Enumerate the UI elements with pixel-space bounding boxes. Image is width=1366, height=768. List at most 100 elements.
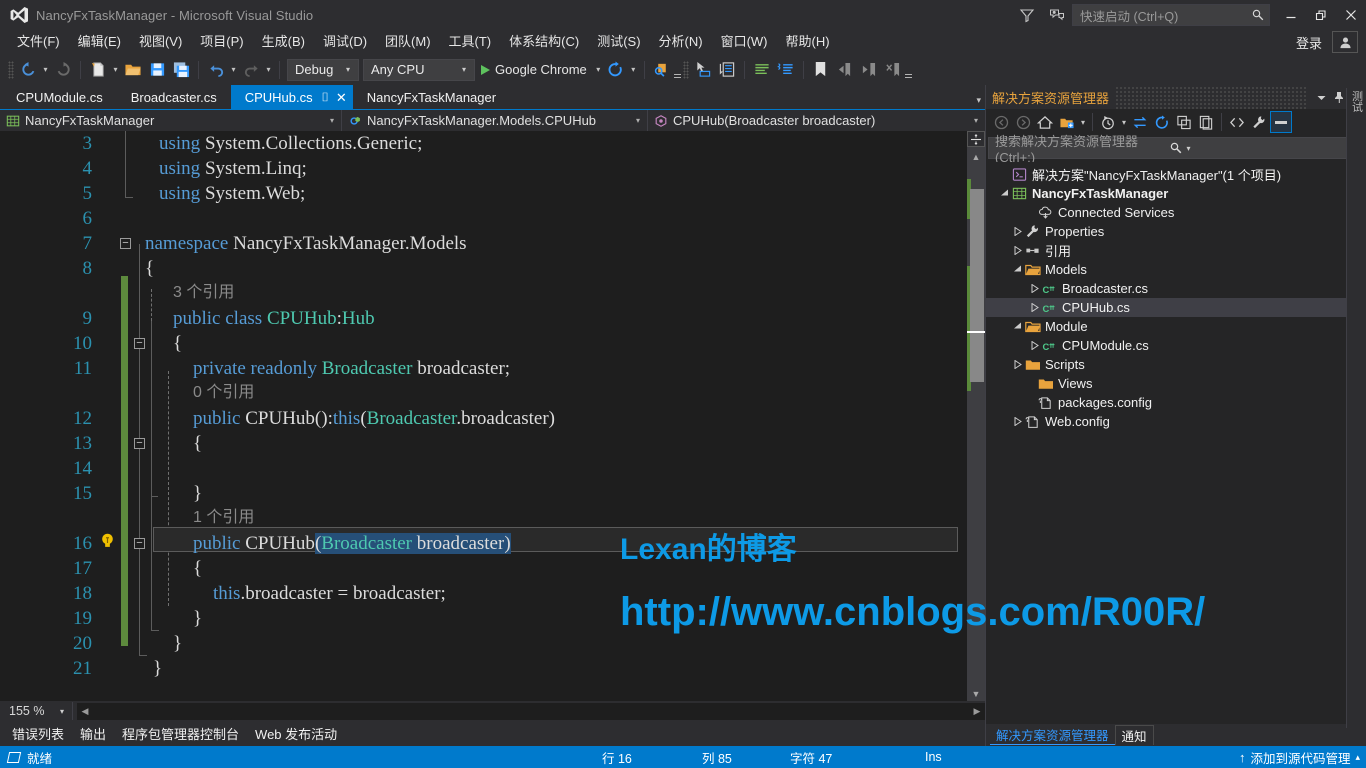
menu-item-help[interactable]: 帮助(H) bbox=[777, 31, 839, 53]
forward-icon[interactable] bbox=[1012, 111, 1034, 133]
properties-window-icon[interactable] bbox=[715, 58, 739, 81]
menu-item-edit[interactable]: 编辑(E) bbox=[69, 31, 130, 53]
vertical-tab-test-explorer[interactable]: 测试 bbox=[1349, 92, 1365, 114]
dock-tab-error-list[interactable]: 错误列表 bbox=[4, 723, 72, 745]
tree-item-packages-config[interactable]: packages.config bbox=[986, 393, 1366, 412]
comment-selection-icon[interactable] bbox=[750, 58, 774, 81]
view-history-caret-icon[interactable]: ▾ bbox=[1119, 111, 1129, 133]
back-icon[interactable] bbox=[990, 111, 1012, 133]
expand-expander-icon[interactable] bbox=[1011, 417, 1024, 426]
document-tab-broadcaster[interactable]: Broadcaster.cs bbox=[117, 85, 231, 109]
tab-overflow-icon[interactable]: ▾ bbox=[976, 95, 981, 106]
browser-refresh-caret-icon[interactable]: ▾ bbox=[628, 58, 639, 81]
notification-icon[interactable] bbox=[1042, 2, 1072, 28]
tree-item-models-folder[interactable]: Models bbox=[986, 260, 1366, 279]
menu-item-window[interactable]: 窗口(W) bbox=[712, 31, 777, 53]
preview-selected-items-icon[interactable] bbox=[1270, 111, 1292, 133]
undo-caret-icon[interactable]: ▾ bbox=[228, 58, 239, 81]
menu-item-team[interactable]: 团队(M) bbox=[376, 31, 440, 53]
properties-icon[interactable] bbox=[1248, 111, 1270, 133]
redo-icon[interactable] bbox=[239, 58, 263, 81]
toggle-bookmark-icon[interactable] bbox=[809, 58, 833, 81]
navigate-forward-icon[interactable] bbox=[51, 58, 75, 81]
menu-item-build[interactable]: 生成(B) bbox=[253, 31, 314, 53]
editor-vertical-scrollbar[interactable]: ▲ ▼ bbox=[967, 131, 985, 701]
solution-explorer-search-input[interactable]: 搜索解决方案资源管理器(Ctrl+;) ▾ bbox=[988, 134, 1364, 165]
menu-item-architecture[interactable]: 体系结构(C) bbox=[500, 31, 588, 53]
collapse-namespace-icon[interactable]: − bbox=[120, 238, 131, 249]
codelens-ctor1-references[interactable]: 0 个引用 bbox=[193, 383, 254, 408]
toolbar-grip[interactable] bbox=[682, 60, 689, 79]
collapse-class-icon[interactable]: − bbox=[134, 338, 145, 349]
tree-item-views-folder[interactable]: Views bbox=[986, 374, 1366, 393]
menu-item-tools[interactable]: 工具(T) bbox=[440, 31, 501, 53]
panel-drag-grip[interactable] bbox=[1115, 85, 1306, 109]
menu-item-project[interactable]: 项目(P) bbox=[191, 31, 252, 53]
restore-button[interactable] bbox=[1306, 0, 1336, 30]
dock-tab-output[interactable]: 输出 bbox=[72, 723, 114, 745]
document-tab-cpumodule[interactable]: CPUModule.cs bbox=[2, 85, 117, 109]
menu-item-analyze[interactable]: 分析(N) bbox=[650, 31, 712, 53]
solution-platform-combo[interactable]: Any CPU ▾ bbox=[363, 58, 475, 81]
tree-item-connected-services[interactable]: Connected Services bbox=[986, 203, 1366, 222]
codelens-ctor2-references[interactable]: 1 个引用 bbox=[193, 508, 254, 533]
navigate-back-icon[interactable] bbox=[16, 58, 40, 81]
pin-icon[interactable]: ⌷ bbox=[322, 91, 329, 103]
menu-item-debug[interactable]: 调试(D) bbox=[314, 31, 376, 53]
navbar-member-combo[interactable]: CPUHub(Broadcaster broadcaster) ▾ bbox=[648, 110, 985, 131]
previous-bookmark-icon[interactable] bbox=[833, 58, 857, 81]
close-icon[interactable]: ✕ bbox=[336, 91, 347, 104]
tree-item-cpumodule-cs[interactable]: C CPUModule.cs bbox=[986, 336, 1366, 355]
collapse-expander-icon[interactable] bbox=[998, 189, 1011, 198]
new-item-icon[interactable] bbox=[86, 58, 110, 81]
collapse-expander-icon[interactable] bbox=[1011, 265, 1024, 274]
editor-horizontal-scrollbar[interactable]: ◀ ▶ bbox=[77, 702, 985, 720]
document-tab-nancyfxtaskmanager[interactable]: NancyFxTaskManager bbox=[353, 85, 510, 109]
next-bookmark-icon[interactable] bbox=[857, 58, 881, 81]
panel-menu-dropdown-icon[interactable] bbox=[1312, 85, 1330, 109]
new-item-caret-icon[interactable]: ▾ bbox=[110, 58, 121, 81]
find-in-files-icon[interactable] bbox=[650, 58, 674, 81]
minimize-button[interactable] bbox=[1276, 0, 1306, 30]
menu-item-test[interactable]: 测试(S) bbox=[588, 31, 649, 53]
expand-expander-icon[interactable] bbox=[1028, 341, 1041, 350]
scroll-left-icon[interactable]: ◀ bbox=[77, 703, 93, 720]
refresh-icon[interactable] bbox=[1151, 111, 1173, 133]
chevron-up-icon[interactable]: ▴ bbox=[1355, 752, 1360, 763]
home-icon[interactable] bbox=[1034, 111, 1056, 133]
tree-item-broadcaster-cs[interactable]: C Broadcaster.cs bbox=[986, 279, 1366, 298]
codelens-class-references[interactable]: 3 个引用 bbox=[173, 283, 234, 308]
scroll-right-icon[interactable]: ▶ bbox=[969, 703, 985, 720]
view-history-icon[interactable] bbox=[1097, 111, 1119, 133]
tree-item-web-config[interactable]: Web.config bbox=[986, 412, 1366, 431]
sync-icon[interactable] bbox=[1129, 111, 1151, 133]
close-button[interactable] bbox=[1336, 0, 1366, 30]
expand-expander-icon[interactable] bbox=[1028, 284, 1041, 293]
quick-launch-input[interactable]: 快速启动 (Ctrl+Q) bbox=[1072, 4, 1270, 26]
tree-item-project[interactable]: NancyFxTaskManager bbox=[986, 184, 1366, 203]
collapse-all-icon[interactable] bbox=[1173, 111, 1195, 133]
pending-changes-caret-icon[interactable]: ▾ bbox=[1078, 111, 1088, 133]
tree-item-solution[interactable]: 解决方案"NancyFxTaskManager"(1 个项目) bbox=[986, 165, 1366, 184]
find-overflow-icon[interactable] bbox=[673, 58, 681, 81]
tree-item-properties[interactable]: Properties bbox=[986, 222, 1366, 241]
scroll-down-icon[interactable]: ▼ bbox=[967, 686, 985, 701]
document-tab-cpuhub[interactable]: CPUHub.cs ⌷ ✕ bbox=[230, 85, 353, 109]
navbar-project-combo[interactable]: NancyFxTaskManager ▾ bbox=[0, 110, 342, 131]
expand-expander-icon[interactable] bbox=[1011, 360, 1024, 369]
save-all-icon[interactable] bbox=[169, 58, 193, 81]
collapse-constructor-icon[interactable]: − bbox=[134, 438, 145, 449]
footer-tab-solution-explorer[interactable]: 解决方案资源管理器 bbox=[990, 725, 1115, 745]
view-code-icon[interactable] bbox=[1226, 111, 1248, 133]
toolbar-overflow-icon[interactable] bbox=[904, 58, 912, 81]
browser-refresh-icon[interactable] bbox=[604, 58, 628, 81]
redo-caret-icon[interactable]: ▾ bbox=[263, 58, 274, 81]
editor-zoom-combo[interactable]: 155 % ▾ bbox=[6, 702, 68, 720]
code-text-area[interactable]: − − − − using System.Collections.Generic… bbox=[103, 131, 967, 701]
footer-tab-notifications[interactable]: 通知 bbox=[1114, 725, 1154, 745]
scroll-up-icon[interactable]: ▲ bbox=[967, 149, 985, 164]
expand-expander-icon[interactable] bbox=[1011, 227, 1024, 236]
expand-expander-icon[interactable] bbox=[1028, 303, 1041, 312]
navigate-to-icon[interactable] bbox=[691, 58, 715, 81]
expand-expander-icon[interactable] bbox=[1011, 246, 1024, 255]
